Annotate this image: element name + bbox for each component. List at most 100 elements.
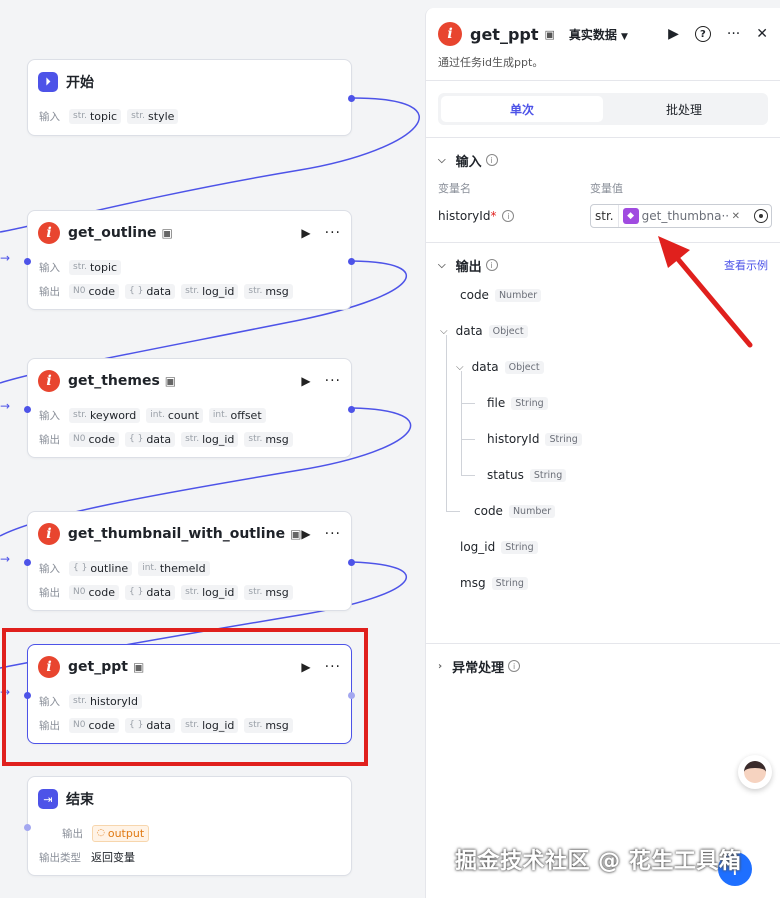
input-section-header[interactable]: ⌵ 输入 i [426, 142, 780, 178]
target-icon[interactable] [754, 209, 768, 223]
input-port[interactable] [24, 824, 31, 831]
run-icon[interactable]: ▶ [301, 374, 310, 388]
param-tag: ◌ output [92, 824, 150, 842]
param-tag: int. count [146, 407, 203, 423]
ref-type: str. [591, 205, 619, 227]
output-label: 输出 [39, 433, 60, 446]
plugin-icon: i [38, 523, 60, 545]
param-tag: int. offset [208, 407, 266, 423]
param-tag: str. msg [244, 431, 293, 447]
data-mode-dropdown[interactable]: 真实数据 ▼ [569, 26, 628, 43]
help-icon[interactable]: ? [694, 26, 711, 42]
incoming-arrow-icon: → [0, 685, 11, 699]
info-icon: i [508, 660, 521, 672]
output-port[interactable] [348, 559, 355, 566]
doc-icon: ▣ [132, 660, 145, 674]
column-name-header: 变量名 [438, 182, 471, 195]
more-icon[interactable]: ··· [325, 659, 341, 675]
output-label: 输出 [62, 827, 83, 840]
get-ppt-node[interactable]: i get_ppt ▣ ▶ ··· 输入 str. historyId 输出 N0… [24, 644, 355, 744]
output-tree: code Number ⌵ data Object ⌵ data Object file S… [426, 283, 780, 643]
info-icon: i [502, 210, 515, 222]
output-port[interactable] [348, 406, 355, 413]
output-label: 输出 [39, 586, 60, 599]
output-item: code Number [460, 285, 542, 305]
output-item: status String [487, 465, 567, 485]
more-icon[interactable]: ··· [325, 526, 341, 542]
error-handling-header[interactable]: › 异常处理 i [426, 648, 780, 684]
output-port[interactable] [348, 95, 355, 102]
param-tag: { } outline [69, 560, 133, 576]
node-detail-panel: i get_ppt ▣ 真实数据 ▼ ▶ ? ··· ✕ 通过任务id生成ppt。… [425, 8, 780, 898]
param-tag: str. log_id [181, 283, 239, 299]
output-item: log_id String [460, 537, 538, 557]
tab-batch[interactable]: 批处理 [603, 96, 765, 122]
input-var-name: historyId * i [438, 209, 590, 223]
end-node[interactable]: ⇥ 结束 输出 ◌ output 输出类型 返回变量 [24, 776, 352, 876]
clear-icon[interactable]: ✕ [732, 211, 740, 222]
get-themes-node[interactable]: i get_themes ▣ ▶ ··· 输入 str. keyword int.… [24, 358, 355, 458]
doc-icon: ▣ [290, 527, 302, 541]
chevron-down-icon: ⌵ [456, 361, 464, 373]
panel-title: get_ppt [470, 24, 539, 44]
tab-single[interactable]: 单次 [441, 96, 603, 122]
doc-icon: ▣ [161, 226, 173, 240]
param-tag: { } data [125, 717, 176, 733]
close-icon[interactable]: ✕ [756, 26, 768, 42]
param-tag: str. msg [244, 717, 293, 733]
plugin-icon: i [38, 222, 60, 244]
input-port[interactable] [24, 559, 31, 566]
output-section-header[interactable]: ⌵ 输出 i 查看示例 [426, 247, 780, 283]
run-icon[interactable]: ▶ [668, 26, 679, 42]
output-label: 输出 [39, 719, 60, 732]
output-item[interactable]: ⌵ data Object [456, 357, 544, 377]
param-tag: str. log_id [181, 584, 239, 600]
param-tag: str. style [127, 108, 179, 124]
variable-reference-field[interactable]: str. ◆ get_thumbna··· ✕ [590, 204, 772, 228]
more-icon[interactable]: ··· [325, 225, 341, 241]
input-label: 输入 [39, 562, 60, 575]
run-icon[interactable]: ▶ [301, 660, 310, 674]
get-thumbnail-node[interactable]: i get_thumbnail_with_outline ▣ ▶ ··· 输入 … [24, 511, 355, 611]
end-icon: ⇥ [38, 789, 58, 809]
start-node[interactable]: ⏵ 开始 输入 str. topic str. style [27, 59, 355, 136]
output-item[interactable]: ⌵ data Object [440, 321, 528, 341]
input-label: 输入 [39, 409, 60, 422]
more-icon[interactable]: ··· [727, 26, 740, 42]
param-tag: { } data [125, 283, 176, 299]
param-tag: { } data [125, 431, 176, 447]
output-type-label: 输出类型 [39, 851, 81, 864]
node-title: get_thumbnail_with_outline [67, 526, 286, 542]
param-tag: str. log_id [181, 431, 239, 447]
output-item: code Number [474, 501, 556, 521]
param-tag: str. topic [69, 259, 122, 275]
param-tag: N0 code [69, 431, 119, 447]
run-icon[interactable]: ▶ [301, 527, 310, 541]
input-port[interactable] [24, 258, 31, 265]
assistant-avatar[interactable] [738, 755, 772, 789]
workflow-canvas[interactable]: ⏵ 开始 输入 str. topic str. style i get_outlin… [0, 0, 425, 898]
node-title: 结束 [66, 792, 94, 808]
output-port[interactable] [348, 258, 355, 265]
input-port[interactable] [24, 406, 31, 413]
run-icon[interactable]: ▶ [301, 226, 310, 240]
input-port[interactable] [24, 692, 31, 699]
chevron-down-icon: ⌵ [440, 325, 448, 337]
param-tag: N0 code [69, 584, 119, 600]
incoming-arrow-icon: → [0, 552, 11, 566]
chevron-down-icon: ⌵ [438, 154, 446, 166]
output-port[interactable] [348, 692, 355, 699]
param-tag: str. msg [244, 584, 293, 600]
param-tag: str. keyword [69, 407, 141, 423]
node-title: get_themes [68, 373, 160, 389]
output-item: file String [487, 393, 548, 413]
ref-value: get_thumbna··· [641, 209, 728, 223]
panel-description: 通过任务id生成ppt。 [438, 56, 544, 69]
param-tag: str. msg [244, 283, 293, 299]
node-title: get_outline [68, 225, 157, 241]
cube-icon: ◆ [622, 208, 639, 224]
incoming-arrow-icon: → [0, 399, 11, 413]
view-example-link[interactable]: 查看示例 [724, 257, 768, 273]
get-outline-node[interactable]: i get_outline ▣ ▶ ··· 输入 str. topic 输出 N0… [24, 210, 355, 310]
more-icon[interactable]: ··· [325, 373, 341, 389]
